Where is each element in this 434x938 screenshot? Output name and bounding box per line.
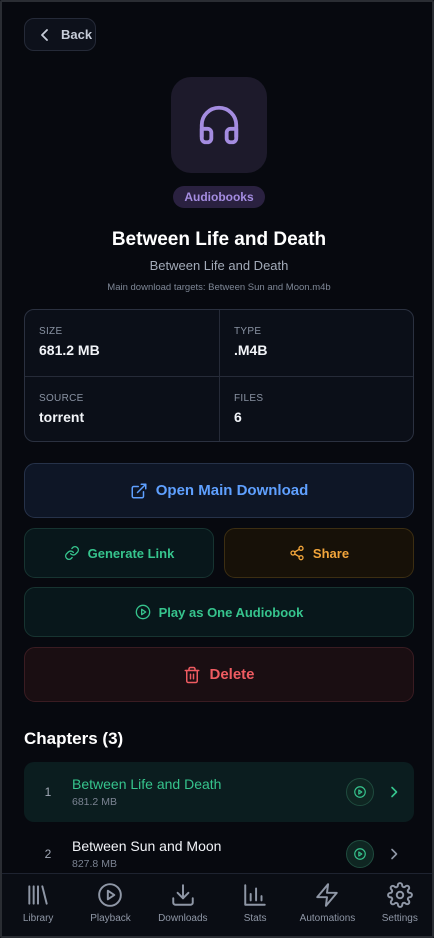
stat-files-label: FILES bbox=[234, 392, 264, 404]
generate-link-button[interactable]: Generate Link bbox=[24, 528, 214, 578]
open-main-download-label: Open Main Download bbox=[155, 482, 309, 499]
download-targets: Main download targets: Between Sun and M… bbox=[107, 282, 331, 293]
page-title: Between Life and Death bbox=[111, 229, 327, 250]
nav-item-downloads[interactable]: Downloads bbox=[147, 882, 219, 924]
share-button[interactable]: Share bbox=[224, 528, 414, 578]
stat-size-value: 681.2 MB bbox=[39, 342, 100, 358]
stat-size: SIZE 681.2 MB bbox=[25, 310, 219, 376]
nav-label-downloads: Downloads bbox=[158, 913, 208, 924]
chevron-left-icon bbox=[41, 28, 48, 41]
chevron-right-icon[interactable] bbox=[388, 848, 400, 860]
chapter-size: 681.2 MB bbox=[72, 796, 117, 808]
chevron-right-icon[interactable] bbox=[388, 786, 400, 798]
nav-label-settings: Settings bbox=[381, 913, 418, 924]
play-as-one-audiobook-button[interactable]: Play as One Audiobook bbox=[24, 587, 414, 637]
play-circle-icon bbox=[135, 604, 150, 620]
download-icon bbox=[172, 884, 194, 906]
stat-files: FILES 6 bbox=[219, 375, 413, 441]
nav-label-stats: Stats bbox=[243, 913, 267, 924]
chapter-title: Between Sun and Moon bbox=[72, 838, 222, 854]
stat-source-label: SOURCE bbox=[39, 392, 84, 404]
chapter-size: 827.8 MB bbox=[72, 858, 117, 870]
trash-icon bbox=[184, 666, 200, 683]
cover-art bbox=[171, 77, 267, 173]
back-button[interactable]: Back bbox=[24, 18, 96, 51]
stat-source: SOURCE torrent bbox=[25, 375, 219, 442]
external-link-icon bbox=[131, 483, 147, 498]
chapter-info: Between Sun and Moon 827.8 MB bbox=[72, 838, 346, 870]
nav-item-stats[interactable]: Stats bbox=[219, 882, 291, 924]
stat-type-value: .M4B bbox=[234, 342, 268, 358]
app-screen: Back Audiobooks Between Life and Death B… bbox=[0, 0, 434, 938]
open-main-download-button[interactable]: Open Main Download bbox=[24, 463, 414, 518]
chapter-play-button[interactable] bbox=[346, 778, 374, 806]
nav-label-playback: Playback bbox=[90, 913, 131, 924]
play-circle-icon bbox=[98, 883, 123, 907]
stat-files-value: 6 bbox=[234, 408, 242, 425]
play-circle-icon bbox=[354, 848, 366, 860]
stat-source-value: torrent bbox=[39, 408, 85, 425]
generate-link-label: Generate Link bbox=[87, 545, 175, 561]
chapters-heading: Chapters (3) bbox=[24, 729, 124, 748]
chapter-number: 1 bbox=[44, 785, 52, 799]
stat-type-label: TYPE bbox=[234, 326, 262, 337]
link-icon bbox=[64, 546, 79, 560]
stats-grid: SIZE 681.2 MB TYPE .M4B SOURCE torrent F… bbox=[24, 309, 414, 442]
chapter-title: Between Life and Death bbox=[72, 776, 222, 792]
nav-item-automations[interactable]: Automations bbox=[291, 882, 363, 924]
stat-size-label: SIZE bbox=[39, 326, 63, 337]
chapter-play-button[interactable] bbox=[346, 840, 374, 868]
stat-type: TYPE .M4B bbox=[219, 310, 413, 376]
back-label: Back bbox=[61, 27, 93, 42]
delete-label: Delete bbox=[209, 666, 255, 683]
nav-item-library[interactable]: Library bbox=[2, 882, 74, 924]
play-circle-icon bbox=[354, 786, 366, 798]
delete-button[interactable]: Delete bbox=[24, 647, 414, 702]
bottom-navigation: Library Playback Downloads Stats Automat… bbox=[2, 873, 432, 936]
chapter-number: 2 bbox=[44, 847, 52, 861]
play-as-one-audiobook-label: Play as One Audiobook bbox=[158, 604, 304, 620]
share-icon bbox=[290, 545, 304, 561]
nav-label-automations: Automations bbox=[299, 913, 356, 924]
nav-label-library: Library bbox=[22, 913, 54, 924]
nav-item-playback[interactable]: Playback bbox=[74, 882, 146, 924]
nav-item-settings[interactable]: Settings bbox=[364, 882, 432, 924]
chapter-info: Between Life and Death 681.2 MB bbox=[72, 776, 346, 808]
bar-chart-icon bbox=[244, 884, 266, 906]
lightning-icon bbox=[316, 883, 339, 907]
category-badge: Audiobooks bbox=[173, 186, 265, 208]
page-subtitle: Between Life and Death bbox=[149, 258, 289, 273]
gear-icon bbox=[386, 882, 413, 908]
chapter-row[interactable]: 1 Between Life and Death 681.2 MB bbox=[24, 762, 414, 822]
headphones-icon bbox=[199, 105, 239, 145]
share-label: Share bbox=[312, 545, 350, 561]
library-icon bbox=[28, 885, 48, 905]
